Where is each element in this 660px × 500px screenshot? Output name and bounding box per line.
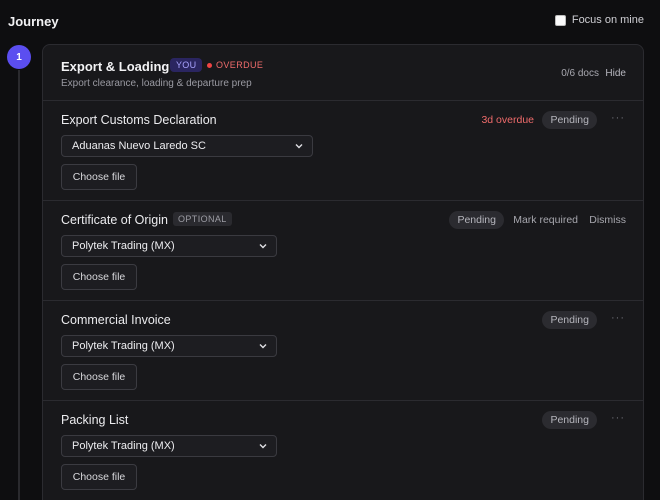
timeline-line xyxy=(18,70,20,500)
party-select[interactable]: Polytek Trading (MX) xyxy=(61,435,277,457)
choose-file-button[interactable]: Choose file xyxy=(61,364,137,390)
document-title: Export Customs Declaration xyxy=(61,113,217,127)
stage-title: Export & Loading xyxy=(61,59,170,74)
you-badge: YOU xyxy=(170,58,203,72)
overdue-dot-icon xyxy=(207,62,212,68)
status-badge: Pending xyxy=(542,111,597,129)
document-title: Commercial Invoice xyxy=(61,313,171,327)
party-select-value: Polytek Trading (MX) xyxy=(72,440,175,452)
document-title: Certificate of Origin xyxy=(61,213,168,227)
more-options-icon[interactable]: ··· xyxy=(611,313,625,324)
mark-required-button[interactable]: Mark required xyxy=(513,214,578,226)
chevron-down-icon xyxy=(259,444,267,449)
party-select[interactable]: Aduanas Nuevo Laredo SC xyxy=(61,135,313,157)
overdue-badge-label: OVERDUE xyxy=(216,60,264,70)
stage-header[interactable]: Export & Loading YOU OVERDUE Export clea… xyxy=(43,45,643,101)
choose-file-button[interactable]: Choose file xyxy=(61,164,137,190)
optional-badge: OPTIONAL xyxy=(173,212,232,226)
chevron-down-icon xyxy=(259,244,267,249)
status-badge: Pending xyxy=(542,311,597,329)
top-bar: Journey Focus on mine xyxy=(0,0,660,44)
document-row-commercial-invoice: Commercial Invoice Pending ··· Polytek T… xyxy=(43,301,643,401)
step-number-badge: 1 xyxy=(7,45,31,69)
docs-count: 0/6 docs xyxy=(561,68,599,79)
overdue-status: 3d overdue xyxy=(481,114,534,126)
stage-subtitle: Export clearance, loading & departure pr… xyxy=(61,78,252,89)
stage-card: Export & Loading YOU OVERDUE Export clea… xyxy=(42,44,644,500)
choose-file-button[interactable]: Choose file xyxy=(61,264,137,290)
chevron-down-icon xyxy=(259,344,267,349)
status-badge: Pending xyxy=(542,411,597,429)
overdue-badge: OVERDUE xyxy=(207,60,263,70)
chevron-down-icon xyxy=(295,144,303,149)
party-select-value: Polytek Trading (MX) xyxy=(72,240,175,252)
dismiss-button[interactable]: Dismiss xyxy=(589,214,626,226)
document-row-export-customs-declaration: Export Customs Declaration 3d overdue Pe… xyxy=(43,101,643,201)
choose-file-button[interactable]: Choose file xyxy=(61,464,137,490)
hide-button[interactable]: Hide xyxy=(605,68,626,79)
focus-on-mine-toggle[interactable]: Focus on mine xyxy=(554,14,644,26)
party-select-value: Polytek Trading (MX) xyxy=(72,340,175,352)
status-badge: Pending xyxy=(449,211,504,229)
document-title: Packing List xyxy=(61,413,129,427)
page-title: Journey xyxy=(8,14,59,29)
document-row-certificate-of-origin: Certificate of Origin OPTIONAL Pending M… xyxy=(43,201,643,301)
party-select[interactable]: Polytek Trading (MX) xyxy=(61,235,277,257)
focus-label: Focus on mine xyxy=(571,14,644,26)
focus-checkbox[interactable] xyxy=(554,14,566,26)
more-options-icon[interactable]: ··· xyxy=(611,413,625,424)
more-options-icon[interactable]: ··· xyxy=(611,113,625,124)
document-row-packing-list: Packing List Pending ··· Polytek Trading… xyxy=(43,401,643,500)
party-select-value: Aduanas Nuevo Laredo SC xyxy=(72,140,206,152)
party-select[interactable]: Polytek Trading (MX) xyxy=(61,335,277,357)
